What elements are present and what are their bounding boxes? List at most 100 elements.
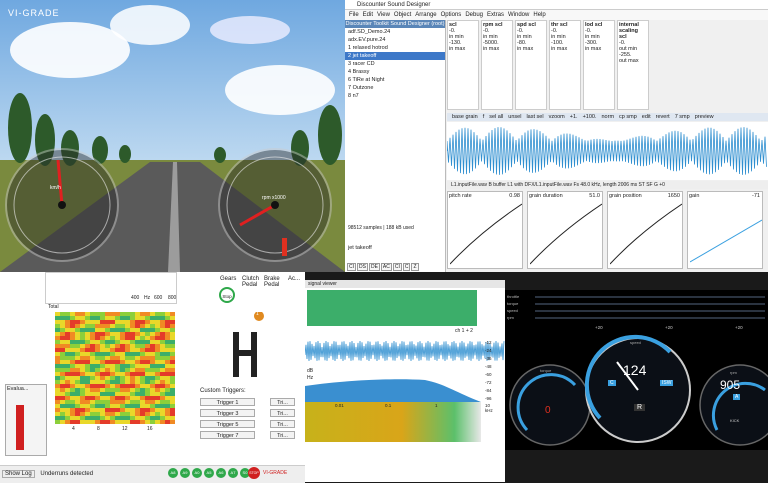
db-tick: -60	[485, 372, 492, 377]
sim-scene	[0, 0, 345, 272]
curve-title: gain	[689, 193, 700, 199]
db-tick: -48	[485, 364, 492, 369]
toolbar-button[interactable]: C	[402, 263, 411, 271]
kick-label: KICK	[730, 418, 740, 423]
trigger-button[interactable]: Trigger 1	[200, 398, 255, 406]
wave-tool-button[interactable]: base grain	[452, 114, 478, 120]
wave-tool-button[interactable]: edit	[642, 114, 651, 120]
gear-number: 1	[256, 311, 259, 317]
db-tick: -12	[485, 340, 492, 345]
curve-value: -71	[752, 193, 760, 199]
menu-item[interactable]: Arrange	[415, 12, 436, 18]
scaling-column[interactable]: spd scl -0. in min -80. in max	[515, 20, 547, 110]
wave-tool-button[interactable]: sel all	[489, 114, 503, 120]
column-value: in max	[585, 46, 602, 52]
file-item[interactable]: adx.EV.pure.24	[345, 36, 445, 44]
menu-item[interactable]: Options	[441, 12, 462, 18]
wave-toolbar: base grain f sel all unsel last sel vzoom +1. +…	[447, 113, 768, 121]
column-value: out max	[619, 58, 639, 64]
curve-plot	[690, 219, 762, 263]
envelope-editor[interactable]: grain position 1650	[607, 191, 683, 269]
scaling-column[interactable]: scl -0. in min -130. in max	[447, 20, 479, 110]
dash-bar-label: speed	[507, 308, 518, 313]
stop-badge[interactable]: STOP	[248, 467, 260, 479]
left-gauge-value: 0	[545, 405, 551, 416]
toolbar-button[interactable]: CI	[392, 263, 402, 271]
scaling-column[interactable]: lod scl -0. in min -300. in max	[583, 20, 615, 110]
trigger-button[interactable]: Tri...	[270, 420, 295, 428]
signal-viewer-window: signal viewer ch 1 + 2 dB Hz -12 -24 -36 -4…	[305, 280, 505, 482]
window-title: Discounter Sound Designer	[345, 0, 768, 10]
rpm-unit-label: rpm x1000	[262, 195, 286, 201]
frequency-strip: 400 Hz 600 800	[45, 272, 177, 304]
wave-tool-button[interactable]: f	[483, 114, 485, 120]
wave-tool-button[interactable]: last sel	[526, 114, 543, 120]
toolbar-button[interactable]: Z	[411, 263, 419, 271]
column-value: in max	[517, 46, 534, 52]
envelope-editor[interactable]: gain -71	[687, 191, 763, 269]
wave-tool-button[interactable]: 7 smp	[675, 114, 690, 120]
preset-item[interactable]: 1 relaxed hotrod	[345, 44, 445, 52]
center-badge-left: C	[608, 380, 616, 386]
wave-tool-button[interactable]: norm	[602, 114, 615, 120]
wave-tool-button[interactable]: cp smp	[619, 114, 637, 120]
waveform-view[interactable]	[446, 122, 768, 180]
envelope-editor[interactable]: pitch rate 0.98	[447, 191, 523, 269]
trigger-button[interactable]: Tri...	[270, 398, 295, 406]
status-indicator: A8	[168, 468, 178, 478]
trigger-button[interactable]: Tri...	[270, 409, 295, 417]
toolbar-button[interactable]: DS	[357, 263, 368, 271]
scaling-column[interactable]: thr scl -0. in min -100. in max	[549, 20, 581, 110]
preset-item[interactable]: 6 TiRe at Night	[345, 76, 445, 84]
wave-tool-button[interactable]: unsel	[508, 114, 521, 120]
status-indicator: A0	[192, 468, 202, 478]
dash-bar	[535, 303, 765, 305]
freq-tick: 600	[154, 295, 163, 301]
center-badge-right: ISW	[660, 380, 674, 386]
evaluate-label: Evalua...	[7, 386, 29, 392]
toolbar-button[interactable]: DE	[368, 263, 380, 271]
trigger-button[interactable]: Trigger 7	[200, 431, 255, 439]
menu-item[interactable]: Extras	[487, 12, 504, 18]
wave-tool-button[interactable]: +1.	[570, 114, 578, 120]
menu-item[interactable]: View	[377, 12, 390, 18]
toolbar-button[interactable]: CI	[347, 263, 356, 271]
scaling-column[interactable]: internal scaling scl -0. out min -255. out m…	[617, 20, 649, 110]
trigger-button[interactable]: Tri...	[270, 431, 295, 439]
preset-item[interactable]: 3 racer CD	[345, 60, 445, 68]
wave-tool-button[interactable]: preview	[695, 114, 714, 120]
wave-tool-button[interactable]: vzoom	[549, 114, 565, 120]
toolbar-button[interactable]: AC	[380, 263, 392, 271]
gear-shift-diagram	[233, 312, 264, 377]
menu-item[interactable]: File	[349, 12, 359, 18]
wave-tool-button[interactable]: revert	[656, 114, 670, 120]
trigger-button[interactable]: Trigger 5	[200, 420, 255, 428]
trigger-button[interactable]: Trigger 3	[200, 409, 255, 417]
show-log-button[interactable]: Show Log	[2, 470, 35, 478]
preset-item[interactable]: 7 Outzone	[345, 84, 445, 92]
freq-tick: 800	[168, 295, 177, 301]
menu-item[interactable]: Object	[394, 12, 411, 18]
preset-item[interactable]: 4 Brassy	[345, 68, 445, 76]
sound-designer-window: Discounter Sound Designer File Edit View Ob…	[345, 0, 768, 272]
menu-item[interactable]: Edit	[363, 12, 373, 18]
brake-pedal-label: Brake Pedal	[264, 276, 280, 288]
wave-tool-button[interactable]: +100.	[583, 114, 597, 120]
db-tick: -96	[485, 396, 492, 401]
status-indicator: A7	[228, 468, 238, 478]
preset-item[interactable]: 8 n7	[345, 92, 445, 100]
menu-item[interactable]: Debug	[465, 12, 483, 18]
samples-label: 98512 samples | 188 kB used	[348, 225, 414, 231]
scaling-column[interactable]: rpm scl -0. in min -5000. in max	[481, 20, 513, 110]
menu-item[interactable]: Window	[508, 12, 529, 18]
center-gauge-label: speed	[630, 340, 641, 345]
menu-item[interactable]: Help	[533, 12, 545, 18]
envelope-editor[interactable]: grain duration 51.0	[527, 191, 603, 269]
legend-total: Total	[48, 304, 59, 310]
dash-bar-label: throttle	[507, 294, 520, 299]
x-tick: 12	[122, 426, 128, 432]
stop-indicator[interactable]: Stop	[219, 287, 235, 303]
preset-item[interactable]: 2 jet takeoff	[345, 52, 445, 60]
file-item[interactable]: adf.SD_Demo.24	[345, 28, 445, 36]
custom-triggers-label: Custom Triggers:	[200, 388, 246, 394]
